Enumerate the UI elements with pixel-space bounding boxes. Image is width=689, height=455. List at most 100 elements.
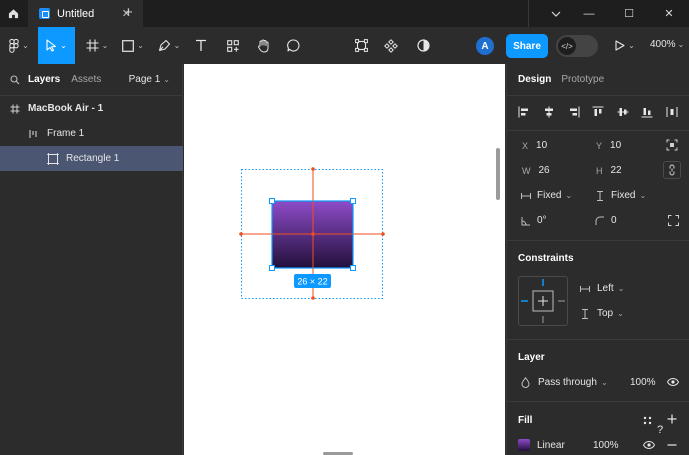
layer-visibility-toggle[interactable] <box>665 374 681 390</box>
rotation-value: 0° <box>537 215 547 226</box>
right-panel-tabs: Design Prototype <box>507 64 689 96</box>
frame-tool-button[interactable]: ⌄ <box>82 27 112 64</box>
chevron-down-icon[interactable] <box>543 8 569 20</box>
styles-grid-icon <box>643 416 651 424</box>
vertical-constraint-value: Top <box>597 308 614 319</box>
dev-mode-toggle[interactable]: </> <box>556 35 598 57</box>
remove-fill-button[interactable] <box>665 438 679 452</box>
guide-endpoint <box>381 232 385 236</box>
vertical-scrollbar[interactable] <box>496 148 500 200</box>
align-right-button[interactable] <box>567 100 581 124</box>
text-tool-button[interactable] <box>190 27 212 64</box>
fill-section-title: Fill <box>518 415 533 426</box>
search-icon[interactable] <box>10 74 20 85</box>
align-top-button[interactable] <box>591 100 605 124</box>
divider <box>507 339 689 340</box>
independent-corners-button[interactable] <box>665 212 681 228</box>
x-value: 10 <box>536 140 548 151</box>
user-avatar[interactable]: A <box>476 37 494 55</box>
theme-toggle-button[interactable] <box>412 27 434 64</box>
distribute-button[interactable] <box>665 100 679 124</box>
vertical-constraint-select[interactable]: Top ⌄ <box>580 308 624 319</box>
home-icon <box>8 9 19 19</box>
present-button[interactable]: ⌄ <box>612 27 638 64</box>
page-selector[interactable]: Page 1 ⌄ <box>129 74 170 85</box>
align-horizontal-center-button[interactable] <box>542 100 556 124</box>
resize-handle-bottom-left[interactable] <box>269 265 275 271</box>
h-value: 22 <box>610 165 622 176</box>
code-icon: </> <box>558 37 576 55</box>
tab-prototype[interactable]: Prototype <box>561 74 604 85</box>
distribute-icon <box>666 107 678 117</box>
align-bottom-button[interactable] <box>640 100 654 124</box>
h-label: H <box>596 165 603 176</box>
tab-layers[interactable]: Layers <box>28 74 60 85</box>
layer-name: Frame 1 <box>47 128 85 139</box>
zoom-menu[interactable]: 400% ⌄ <box>650 39 684 50</box>
shape-tool-button[interactable]: ⌄ <box>118 27 148 64</box>
canvas[interactable]: 26 × 22 <box>184 64 505 455</box>
resize-handle-top-left[interactable] <box>269 198 275 204</box>
create-component-button[interactable] <box>380 27 402 64</box>
left-panel-tabs: Layers Assets Page 1 ⌄ <box>0 64 182 96</box>
component-icon <box>384 38 398 53</box>
width-field[interactable]: W 26 <box>522 165 550 176</box>
layer-row-frame-1[interactable]: Frame 1 <box>0 121 183 146</box>
align-left-button[interactable] <box>517 100 531 124</box>
layer-opacity-value[interactable]: 100% <box>630 377 656 388</box>
blend-mode-select[interactable]: Pass through ⌄ <box>521 377 608 388</box>
layer-row-rectangle-1[interactable]: Rectangle 1 <box>0 146 183 171</box>
rotation-icon <box>521 216 530 225</box>
help-button[interactable]: ? <box>651 421 669 439</box>
fill-opacity-value[interactable]: 100% <box>593 440 619 451</box>
vertical-resizing-select[interactable]: Fixed ⌄ <box>595 190 646 201</box>
play-icon <box>615 40 625 51</box>
minimize-button[interactable]: — <box>569 8 609 20</box>
fill-visibility-toggle[interactable] <box>641 437 657 453</box>
move-tool-button[interactable]: ⌄ <box>38 27 75 64</box>
constraints-widget[interactable] <box>518 276 568 326</box>
home-button[interactable] <box>0 0 27 27</box>
align-middle-icon <box>617 108 629 116</box>
new-tab-button[interactable]: + <box>124 4 133 21</box>
chevron-down-icon: ⌄ <box>677 40 685 49</box>
contrast-icon <box>416 39 430 52</box>
y-field[interactable]: Y 10 <box>596 140 621 151</box>
corner-radius-field[interactable]: 0 <box>595 215 617 226</box>
maximize-button[interactable]: ☐ <box>609 7 649 20</box>
chevron-down-icon: ⌄ <box>163 75 170 84</box>
resize-handle-bottom-right[interactable] <box>350 265 356 271</box>
horizontal-constraint-value: Left <box>597 283 614 294</box>
plus-icon <box>667 414 677 424</box>
layer-row-macbook-air[interactable]: MacBook Air - 1 <box>0 96 183 121</box>
figma-file-icon <box>39 8 50 19</box>
share-button[interactable]: Share <box>506 34 548 58</box>
gradient-swatch[interactable] <box>518 439 530 451</box>
pen-tool-button[interactable]: ⌄ <box>154 27 184 64</box>
x-field[interactable]: X 10 <box>522 140 547 151</box>
chevron-down-icon: ⌄ <box>628 41 635 50</box>
edit-object-button[interactable] <box>350 27 372 64</box>
eye-icon <box>643 441 655 449</box>
divider <box>507 401 689 402</box>
hand-tool-button[interactable] <box>252 27 274 64</box>
height-field[interactable]: H 22 <box>596 165 622 176</box>
vertical-resizing-value: Fixed <box>611 190 636 201</box>
rotation-field[interactable]: 0° <box>521 215 547 226</box>
tab-design[interactable]: Design <box>518 74 551 85</box>
comment-icon <box>286 39 300 52</box>
align-vertical-center-button[interactable] <box>616 100 630 124</box>
close-window-button[interactable]: ✕ <box>649 7 689 20</box>
horizontal-resizing-select[interactable]: Fixed ⌄ <box>521 190 572 201</box>
absolute-position-button[interactable] <box>663 136 681 154</box>
main-menu-button[interactable]: ⌄ <box>4 27 34 64</box>
layer-section-title: Layer <box>518 352 545 363</box>
fill-type-row[interactable]: Linear <box>518 439 565 451</box>
tab-assets[interactable]: Assets <box>71 74 101 85</box>
comment-tool-button[interactable] <box>282 27 304 64</box>
resources-button[interactable] <box>222 27 244 64</box>
horizontal-constraint-select[interactable]: Left ⌄ <box>580 283 624 294</box>
chevron-down-icon: ⌄ <box>617 309 624 318</box>
constrain-proportions-button[interactable] <box>663 161 681 179</box>
resize-handle-top-right[interactable] <box>350 198 356 204</box>
